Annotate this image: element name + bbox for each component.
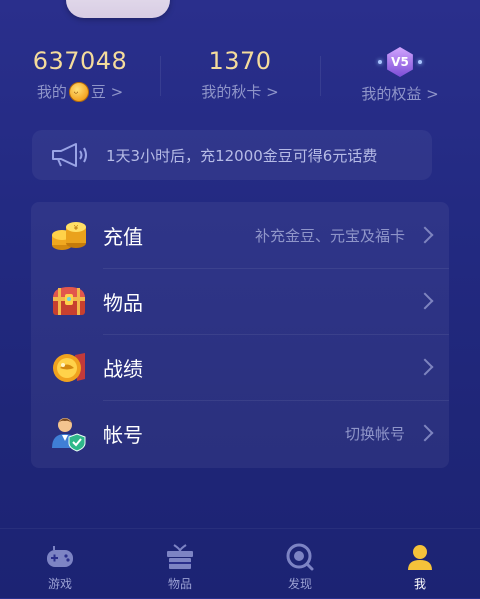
avatar[interactable]: [66, 0, 170, 18]
bottom-tab-bar: 游戏 物品 发现 我: [0, 528, 480, 599]
menu-item-label: 物品: [103, 290, 143, 315]
tab-label: 物品: [167, 577, 192, 591]
tab-label: 我: [413, 577, 426, 591]
chevron-right-icon: [416, 424, 434, 442]
gold-bean-label-suffix: 豆 >: [90, 83, 124, 101]
menu-item-recharge[interactable]: ¥ 充值 补充金豆、元宝及福卡: [31, 202, 449, 268]
chevron-right-icon: [416, 226, 434, 244]
user-shield-icon: [49, 413, 89, 453]
tab-games[interactable]: 游戏: [0, 529, 120, 599]
menu-item-hint: 切换帐号: [344, 424, 405, 443]
gold-bean-link[interactable]: 我的 豆 >: [36, 82, 124, 104]
menu-item-label: 帐号: [103, 422, 143, 447]
chevron-right-icon: [416, 292, 434, 310]
benefits-link[interactable]: 我的权益 >: [361, 84, 438, 104]
gold-bean-stat[interactable]: 637048 我的 豆 >: [0, 46, 160, 116]
autumn-card-count: 1370: [208, 47, 272, 75]
chevron-right-icon: [416, 358, 434, 376]
medal-icon: [49, 347, 89, 387]
tab-discover[interactable]: 发现: [240, 529, 360, 599]
autumn-card-stat[interactable]: 1370 我的秋卡 >: [160, 46, 320, 116]
tab-items[interactable]: 物品: [120, 529, 240, 599]
menu-list: ¥ 充值 补充金豆、元宝及福卡 物品 战绩 帐号 切换帐号: [31, 202, 449, 468]
gold-coins-icon: ¥: [49, 215, 89, 255]
megaphone-icon: [52, 143, 87, 167]
menu-item-label: 战绩: [103, 356, 143, 381]
tab-label: 发现: [287, 577, 312, 591]
gift-box-icon: [165, 543, 195, 571]
vip-level-badge-icon: V5: [378, 46, 422, 78]
menu-item-label: 充值: [103, 224, 143, 249]
menu-item-items[interactable]: 物品: [31, 268, 449, 334]
benefits-stat[interactable]: V5 我的权益 >: [320, 46, 480, 116]
gamepad-icon: [45, 543, 75, 571]
tab-label: 游戏: [47, 577, 72, 591]
stats-row: 637048 我的 豆 > 1370 我的秋卡 > V5 我的权益 >: [0, 46, 480, 116]
menu-item-hint: 补充金豆、元宝及福卡: [254, 226, 405, 245]
notice-banner[interactable]: 1天3小时后，充12000金豆可得6元话费: [32, 130, 432, 180]
gold-bean-label-prefix: 我的: [36, 83, 67, 101]
autumn-card-link[interactable]: 我的秋卡 >: [201, 82, 278, 102]
menu-item-account[interactable]: 帐号 切换帐号: [31, 400, 449, 466]
treasure-chest-icon: [49, 281, 89, 321]
menu-item-records[interactable]: 战绩: [31, 334, 449, 400]
vip-level-text: V5: [387, 47, 413, 77]
discover-icon: [285, 543, 315, 571]
notice-text: 1天3小时后，充12000金豆可得6元话费: [106, 146, 378, 165]
tab-me[interactable]: 我: [360, 529, 480, 599]
gold-bean-icon: [68, 82, 89, 104]
profile-icon: [405, 543, 435, 571]
svg-text:¥: ¥: [74, 224, 79, 232]
gold-bean-count: 637048: [32, 47, 128, 75]
